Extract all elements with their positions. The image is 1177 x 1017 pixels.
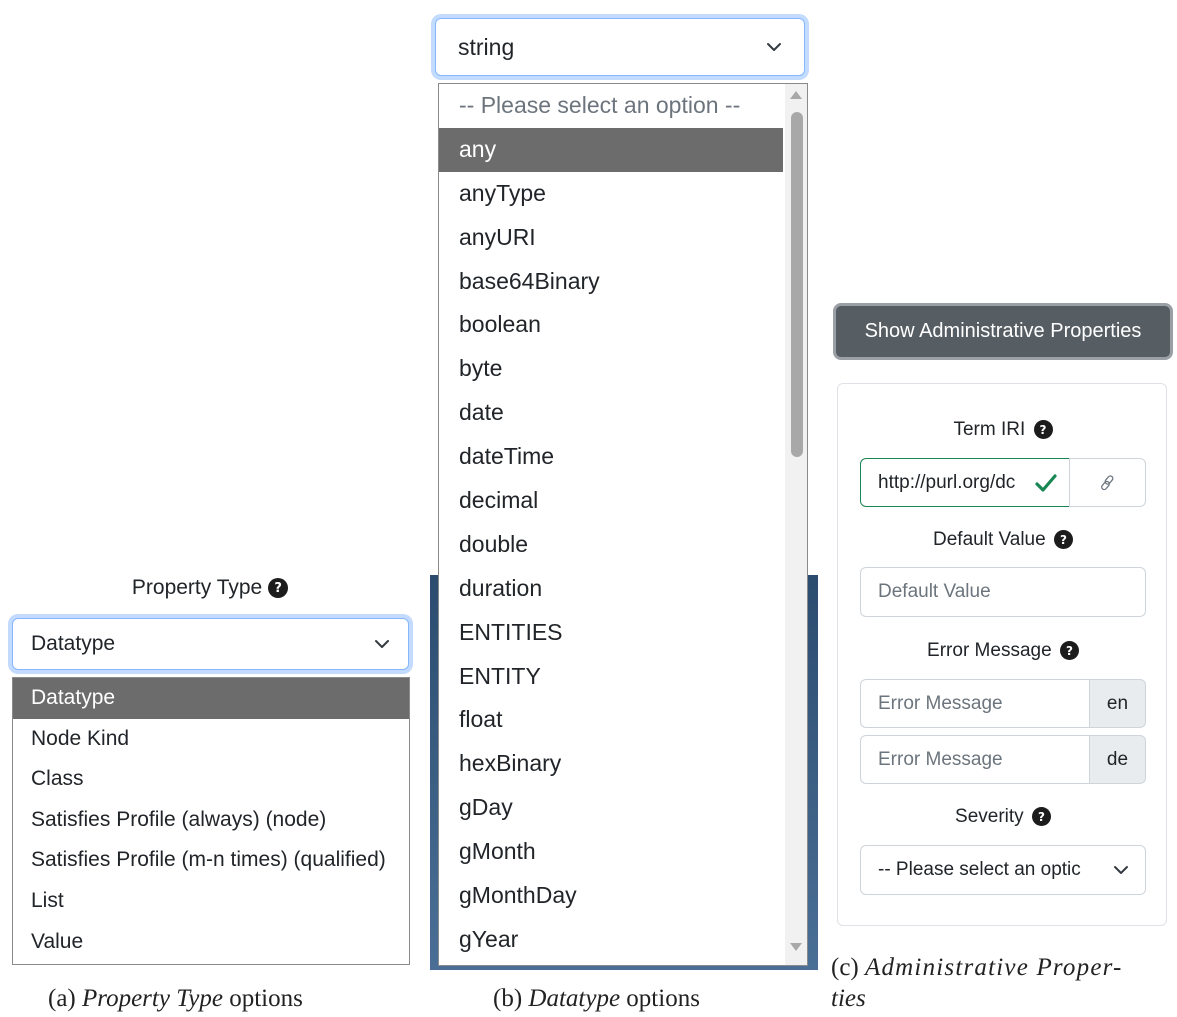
caption-a-suffix: options	[229, 985, 303, 1012]
property-type-selected-value: Datatype	[31, 632, 116, 655]
property-type-option[interactable]: Value	[13, 922, 409, 963]
datatype-select[interactable]: string	[435, 18, 805, 76]
error-message-en-placeholder: Error Message	[878, 692, 1003, 714]
scrollbar-thumb[interactable]	[791, 112, 803, 457]
term-iri-link-button[interactable]	[1069, 458, 1146, 507]
datatype-option[interactable]: gMonth	[439, 830, 783, 874]
datatype-option[interactable]: date	[439, 391, 783, 435]
caption-b-italic: Datatype	[528, 985, 621, 1012]
caption-c-line2: ties	[831, 985, 866, 1013]
error-message-en-input[interactable]: Error Message	[860, 679, 1090, 728]
property-type-label: Property Type ?	[0, 576, 420, 600]
error-message-de-input[interactable]: Error Message	[860, 735, 1090, 784]
caption-b: (b) Datatype options	[493, 985, 700, 1013]
chevron-down-icon	[767, 43, 781, 51]
property-type-option[interactable]: Satisfies Profile (always) (node)	[13, 800, 409, 841]
datatype-option[interactable]: ENTITY	[439, 655, 783, 699]
caption-b-suffix: options	[626, 985, 700, 1012]
property-type-select[interactable]: Datatype	[12, 618, 409, 670]
property-type-option[interactable]: Satisfies Profile (m-n times) (qualified…	[13, 840, 409, 881]
question-circle-icon[interactable]: ?	[1053, 530, 1073, 550]
property-type-label-text: Property Type	[131, 576, 263, 599]
caption-c-italic-1: Administrative Proper-	[865, 954, 1123, 981]
language-tag-de: de	[1089, 735, 1146, 784]
datatype-option[interactable]: any	[439, 127, 783, 172]
scroll-down-arrow-icon[interactable]	[790, 943, 802, 951]
chevron-down-icon	[375, 640, 389, 648]
error-message-label-text: Error Message	[927, 640, 1052, 661]
question-circle-icon[interactable]: ?	[268, 578, 289, 599]
datatype-option[interactable]: anyURI	[439, 216, 783, 260]
property-type-option[interactable]: Datatype	[13, 678, 409, 719]
datatype-option[interactable]: ENTITIES	[439, 611, 783, 655]
term-iri-value: http://purl.org/dc	[878, 471, 1016, 493]
datatype-options-list: -- Please select an option -- any anyType a…	[438, 83, 808, 966]
severity-selected-value: -- Please select an optic	[878, 859, 1081, 880]
severity-label: Severity ?	[838, 806, 1168, 828]
datatype-option[interactable]: byte	[439, 347, 783, 391]
error-message-label: Error Message ?	[838, 640, 1168, 662]
show-administrative-properties-button[interactable]: Show Administrative Properties	[833, 303, 1173, 360]
datatype-option[interactable]: float	[439, 698, 783, 742]
link-icon	[1100, 474, 1113, 490]
caption-a-italic: Property Type	[82, 985, 223, 1012]
caption-c-italic-2: ties	[831, 985, 866, 1012]
caption-a: (a) Property Type options	[48, 985, 303, 1013]
datatype-option[interactable]: duration	[439, 567, 783, 611]
property-type-option[interactable]: Node Kind	[13, 719, 409, 760]
default-value-input[interactable]: Default Value	[860, 567, 1146, 617]
datatype-option[interactable]: boolean	[439, 303, 783, 347]
question-circle-icon[interactable]: ?	[1031, 807, 1051, 827]
caption-a-prefix: (a)	[48, 985, 76, 1012]
property-type-options-list: Datatype Node Kind Class Satisfies Profile …	[12, 677, 410, 965]
severity-label-text: Severity	[955, 806, 1024, 827]
administrative-properties-card: Term IRI ? http://purl.org/dc Default Va…	[837, 383, 1167, 926]
datatype-option[interactable]: dateTime	[439, 435, 783, 479]
scroll-up-arrow-icon[interactable]	[790, 91, 802, 99]
datatype-option[interactable]: hexBinary	[439, 742, 783, 786]
datatype-option[interactable]: gYear	[439, 918, 783, 962]
caption-c-line1: (c) Administrative Proper-	[831, 954, 1123, 982]
datatype-option[interactable]: anyType	[439, 172, 783, 216]
default-value-placeholder: Default Value	[878, 581, 991, 602]
caption-b-prefix: (b)	[493, 985, 523, 1012]
property-type-option[interactable]: Class	[13, 759, 409, 800]
datatype-option[interactable]: double	[439, 523, 783, 567]
severity-select[interactable]: -- Please select an optic	[860, 845, 1146, 895]
datatype-selected-value: string	[458, 33, 515, 60]
question-circle-icon[interactable]: ?	[1059, 641, 1079, 661]
chevron-down-icon	[1114, 866, 1128, 874]
caption-c-prefix: (c)	[831, 954, 859, 981]
check-icon	[1035, 474, 1057, 492]
property-type-option[interactable]: List	[13, 881, 409, 922]
question-circle-icon[interactable]: ?	[1033, 420, 1053, 440]
datatype-option[interactable]: base64Binary	[439, 260, 783, 304]
error-message-de-placeholder: Error Message	[878, 748, 1003, 770]
scrollbar[interactable]	[785, 84, 807, 965]
datatype-option[interactable]: gDay	[439, 786, 783, 830]
datatype-options: -- Please select an option -- any anyType a…	[439, 84, 807, 962]
datatype-option[interactable]: -- Please select an option --	[439, 84, 783, 128]
language-tag-en: en	[1089, 679, 1146, 728]
datatype-option[interactable]: gMonthDay	[439, 874, 783, 918]
datatype-option[interactable]: decimal	[439, 479, 783, 523]
term-iri-label: Term IRI ?	[838, 419, 1168, 441]
default-value-label-text: Default Value	[933, 529, 1046, 550]
term-iri-label-text: Term IRI	[953, 419, 1026, 440]
default-value-label: Default Value ?	[838, 529, 1168, 551]
